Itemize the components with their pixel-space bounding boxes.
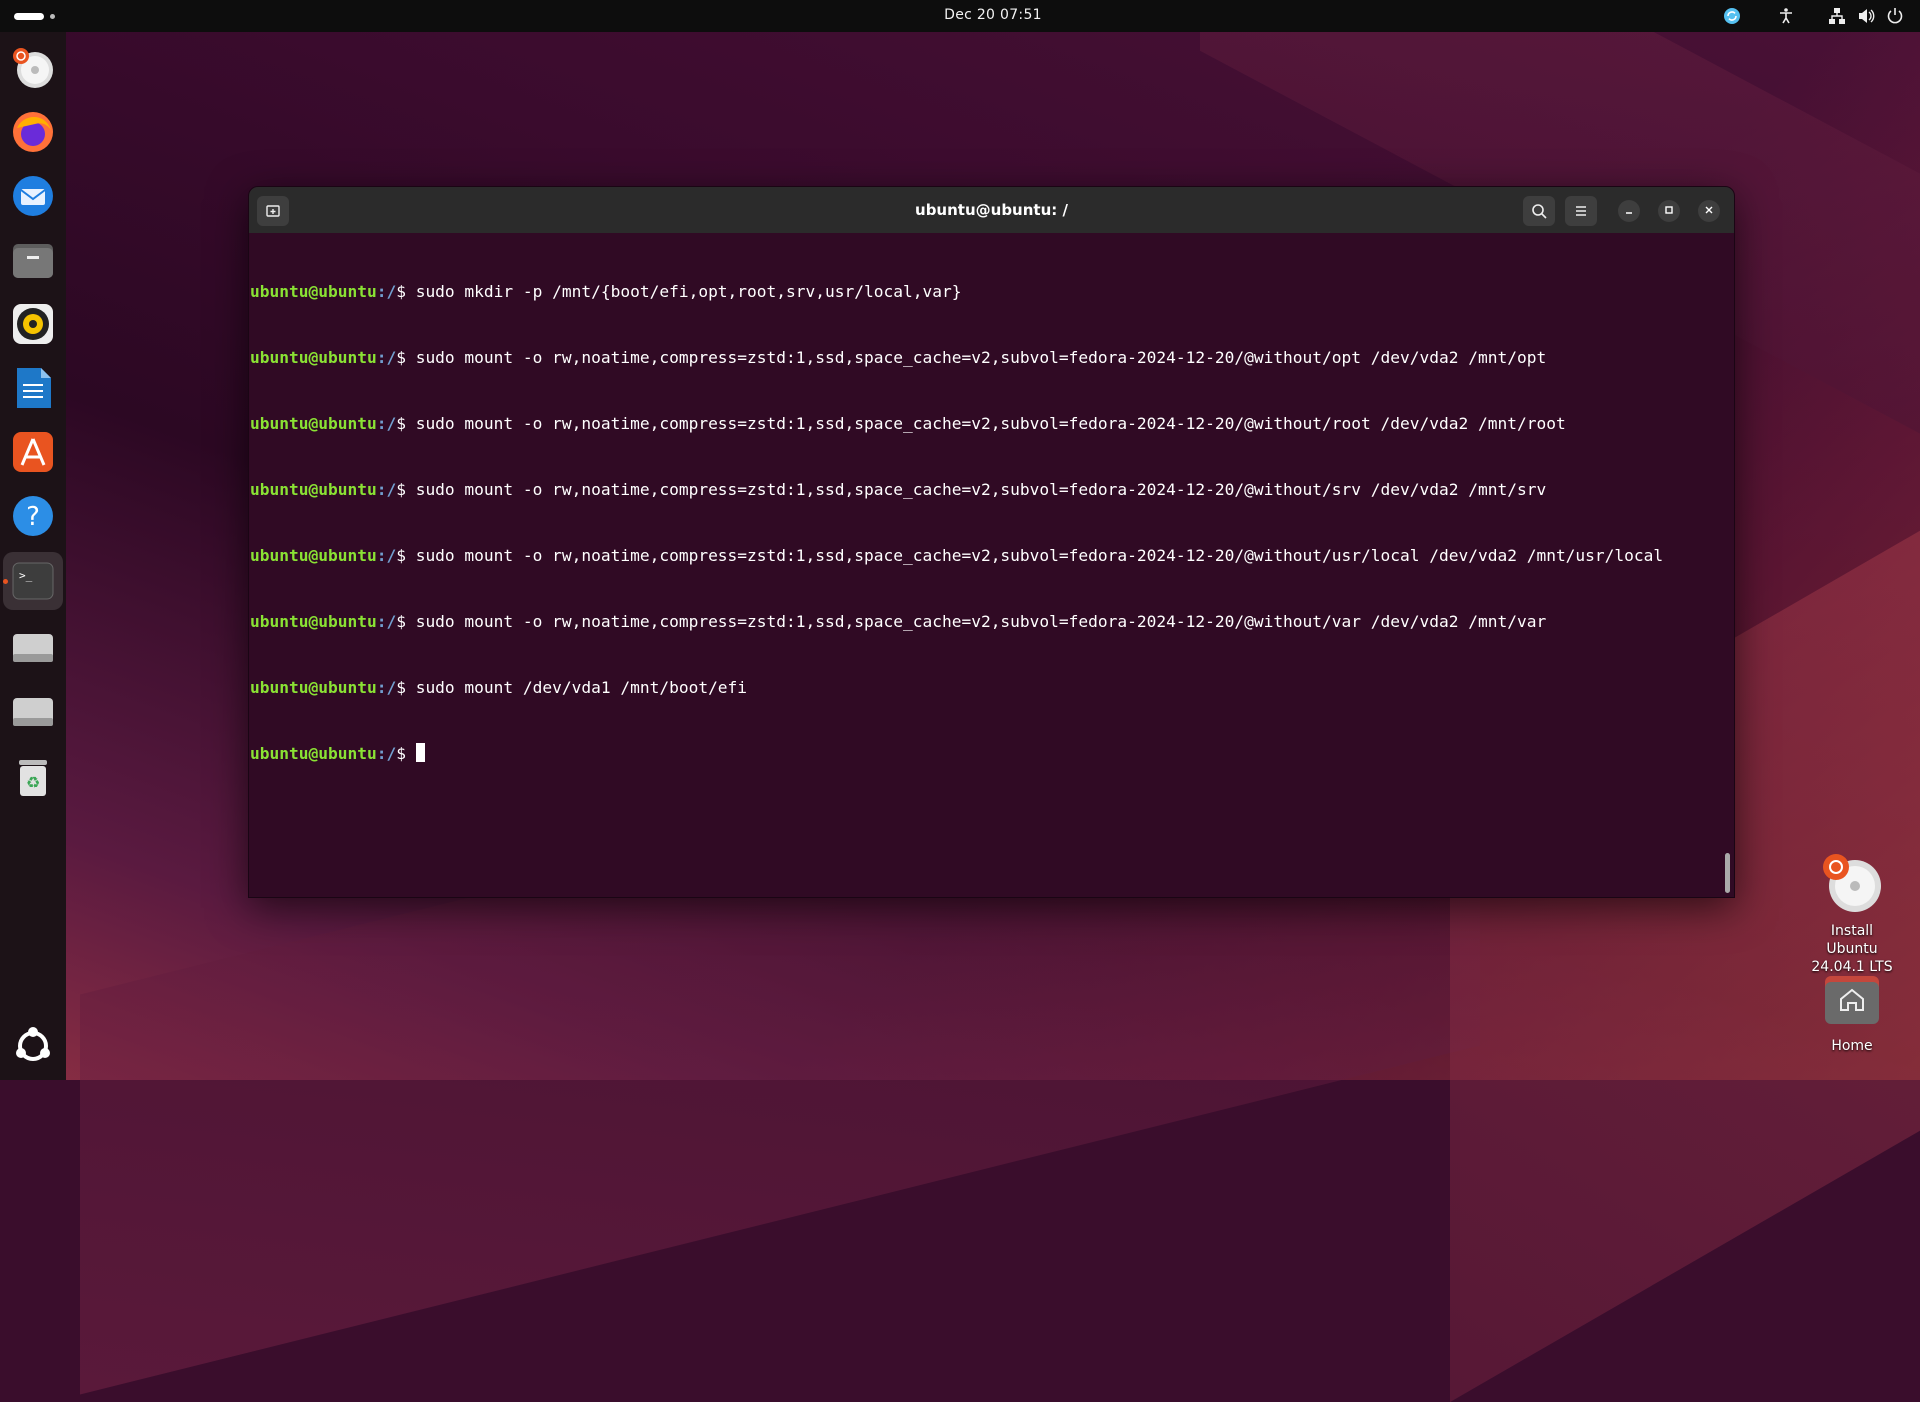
rhythmbox-icon[interactable] — [11, 302, 55, 346]
installer-desktop-icon — [1823, 854, 1881, 912]
drive-icon-2[interactable] — [11, 690, 55, 734]
terminal-line: ubuntu@ubuntu:/$ sudo mount -o rw,noatim… — [250, 414, 1566, 433]
text-cursor — [415, 743, 425, 762]
scrollbar-thumb[interactable] — [1725, 853, 1730, 893]
close-button[interactable] — [1698, 200, 1720, 222]
home-folder-icon — [1825, 976, 1879, 1024]
terminal-line: ubuntu@ubuntu:/$ sudo mount -o rw,noatim… — [250, 348, 1547, 367]
show-apps-icon[interactable] — [11, 1024, 55, 1068]
installer-icon[interactable] — [11, 46, 55, 90]
thunderbird-icon[interactable] — [11, 174, 55, 218]
app-center-icon[interactable] — [11, 430, 55, 474]
clock[interactable]: Dec 20 07:51 — [0, 7, 1920, 23]
svg-text:♻: ♻ — [26, 773, 40, 792]
drive-icon[interactable] — [11, 626, 55, 670]
accessibility-icon[interactable] — [1777, 7, 1795, 29]
terminal-line: ubuntu@ubuntu:/$ sudo mkdir -p /mnt/{boo… — [250, 282, 962, 301]
svg-text:?: ? — [26, 502, 40, 532]
running-indicator — [3, 579, 8, 584]
network-icon[interactable] — [1828, 7, 1846, 29]
menu-button[interactable] — [1565, 196, 1597, 226]
search-button[interactable] — [1523, 196, 1555, 226]
home-desktop-icon[interactable]: Home — [1792, 972, 1912, 1054]
terminal-title: ubuntu@ubuntu: / — [915, 201, 1068, 219]
writer-icon[interactable] — [11, 366, 55, 410]
firefox-icon[interactable] — [11, 110, 55, 154]
install-ubuntu-desktop-icon[interactable]: Install Ubuntu 24.04.1 LTS — [1792, 852, 1912, 976]
help-icon[interactable]: ? — [11, 494, 55, 538]
volume-icon[interactable] — [1857, 7, 1875, 29]
dock: ? >_ ♻ — [0, 32, 66, 1080]
terminal-output[interactable]: ubuntu@ubuntu:/$ sudo mkdir -p /mnt/{boo… — [249, 233, 1734, 897]
terminal-line: ubuntu@ubuntu:/$ sudo mount -o rw,noatim… — [250, 480, 1547, 499]
power-icon[interactable] — [1886, 7, 1904, 29]
install-ubuntu-label: Install Ubuntu 24.04.1 LTS — [1811, 923, 1893, 975]
top-bar: Dec 20 07:51 — [0, 0, 1920, 32]
files-icon[interactable] — [11, 238, 55, 282]
maximize-button[interactable] — [1658, 200, 1680, 222]
trash-icon[interactable]: ♻ — [11, 754, 55, 798]
terminal-titlebar[interactable]: ubuntu@ubuntu: / — [249, 187, 1734, 233]
terminal-line: ubuntu@ubuntu:/$ sudo mount /dev/vda1 /m… — [250, 678, 748, 697]
terminal-line: ubuntu@ubuntu:/$ sudo mount -o rw,noatim… — [250, 612, 1547, 631]
svg-text:>_: >_ — [19, 569, 33, 582]
terminal-line[interactable]: ubuntu@ubuntu:/$ — [250, 743, 1734, 765]
home-label: Home — [1831, 1038, 1873, 1054]
update-icon[interactable] — [1723, 7, 1741, 29]
terminal-line: ubuntu@ubuntu:/$ sudo mount -o rw,noatim… — [250, 546, 1664, 565]
terminal-window[interactable]: ubuntu@ubuntu: / ubuntu@ubuntu:/$ sudo m… — [248, 186, 1735, 898]
minimize-button[interactable] — [1618, 200, 1640, 222]
terminal-icon[interactable]: >_ — [11, 559, 55, 603]
